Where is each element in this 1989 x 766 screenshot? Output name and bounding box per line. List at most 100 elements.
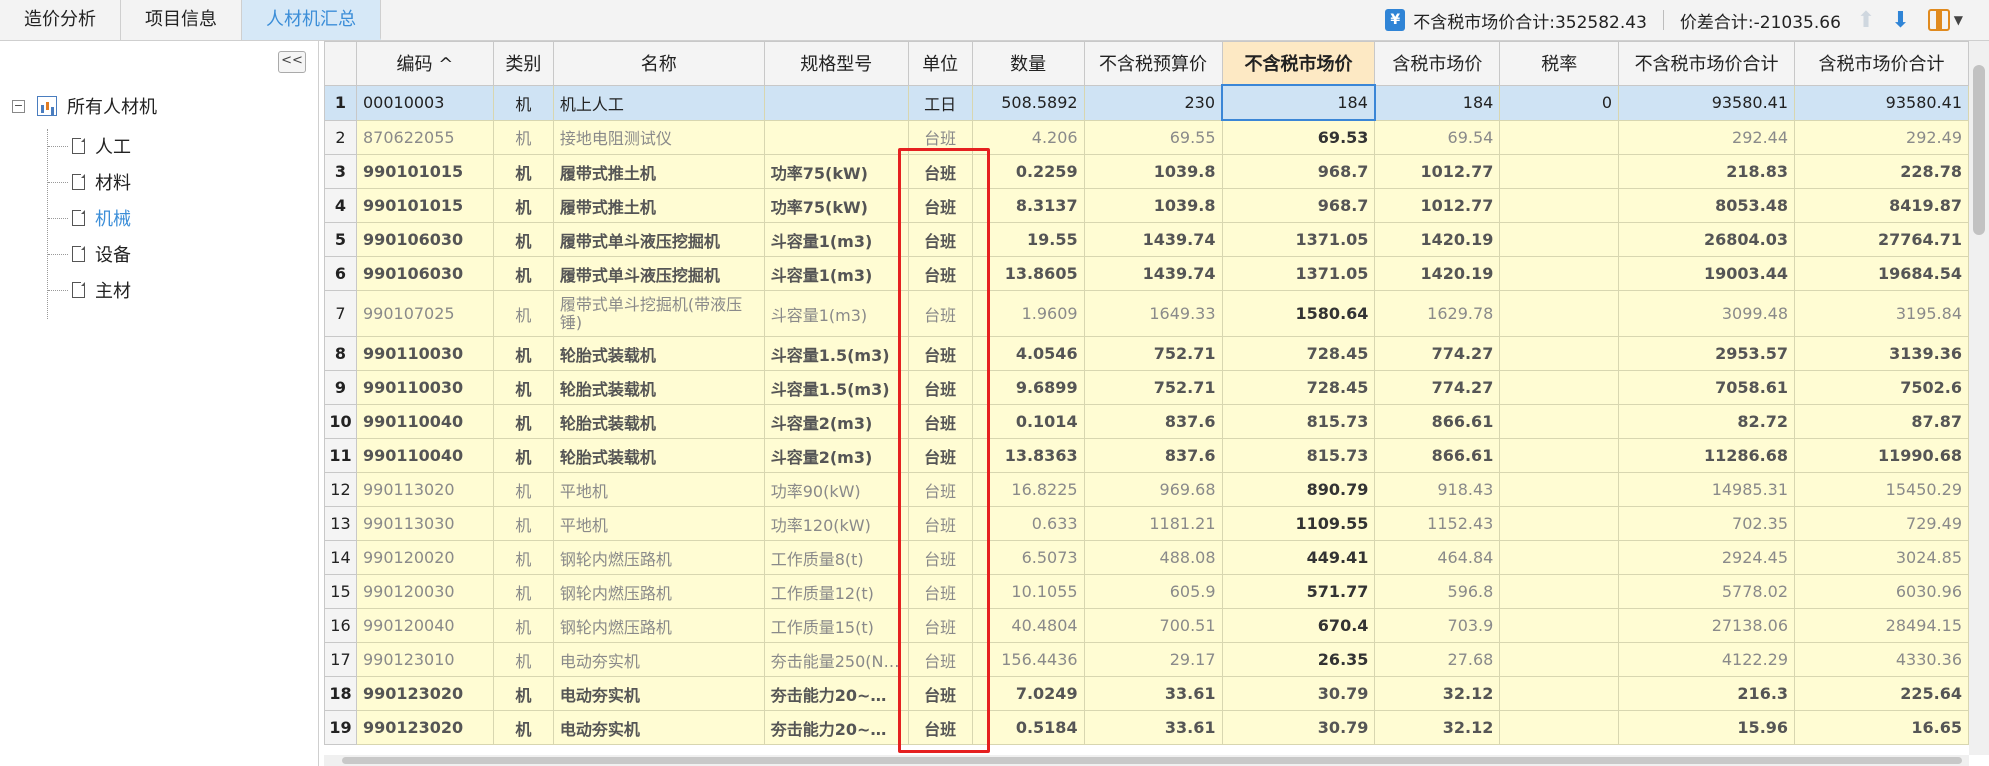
market-price-cell[interactable]: 1580.64	[1221, 290, 1376, 337]
spec-cell[interactable]: 功率75(kW)	[763, 154, 909, 189]
tax-market-total-cell[interactable]: 3195.84	[1794, 290, 1969, 337]
minus-icon[interactable]: −	[12, 99, 25, 113]
tab-cost-analysis[interactable]: 造价分析	[0, 0, 121, 40]
code-cell[interactable]: 990110030	[355, 336, 494, 371]
tax-market-total-cell[interactable]: 19684.54	[1794, 256, 1969, 291]
budget-price-cell[interactable]: 29.17	[1083, 642, 1223, 677]
quantity-cell[interactable]: 19.55	[971, 222, 1085, 257]
tax-rate-cell[interactable]	[1499, 540, 1620, 575]
table-row[interactable]: 19 990123020 机电动夯实机 夯击能力20~… 台班 0.5184 33.61 30…	[324, 710, 1969, 745]
tax-rate-cell[interactable]	[1499, 336, 1620, 371]
category-cell[interactable]: 机	[492, 188, 554, 223]
market-total-cell[interactable]: 292.44	[1618, 119, 1796, 155]
quantity-cell[interactable]: 13.8605	[971, 256, 1085, 291]
scrollbar-thumb[interactable]	[342, 757, 1962, 764]
market-total-cell[interactable]: 216.3	[1618, 676, 1796, 711]
market-total-cell[interactable]: 218.83	[1618, 154, 1796, 189]
code-cell[interactable]: 870622055	[355, 119, 494, 155]
market-total-cell[interactable]: 4122.29	[1618, 642, 1796, 677]
unit-cell[interactable]: 台班	[907, 642, 973, 677]
tab-labor-material-machine-summary[interactable]: 人材机汇总	[242, 0, 381, 40]
name-cell[interactable]: 钢轮内燃压路机	[552, 574, 765, 609]
market-price-cell[interactable]: 30.79	[1221, 710, 1376, 745]
tax-rate-cell[interactable]: 0	[1499, 84, 1620, 121]
unit-cell[interactable]: 台班	[907, 119, 973, 155]
header-category[interactable]: 类别	[492, 41, 554, 86]
header-quantity[interactable]: 数量	[971, 41, 1085, 86]
header-tax-rate[interactable]: 税率	[1499, 41, 1620, 86]
unit-cell[interactable]: 台班	[907, 336, 973, 371]
market-price-cell[interactable]: 184	[1221, 84, 1376, 121]
market-price-cell[interactable]: 69.53	[1221, 119, 1376, 155]
tree-item-labor[interactable]: 人工	[48, 133, 131, 159]
table-row[interactable]: 7 990107025 机履带式单斗挖掘机(带液压锤) 斗容量1(m3) 台班 1.960…	[324, 290, 1969, 337]
collapse-sidebar-button[interactable]: <<	[278, 51, 306, 73]
spec-cell[interactable]	[763, 84, 909, 121]
market-total-cell[interactable]: 15.96	[1618, 710, 1796, 745]
header-tax-market-price[interactable]: 含税市场价	[1374, 41, 1501, 86]
unit-cell[interactable]: 台班	[907, 506, 973, 541]
tax-rate-cell[interactable]	[1499, 574, 1620, 609]
category-cell[interactable]: 机	[492, 336, 554, 371]
unit-cell[interactable]: 台班	[907, 710, 973, 745]
category-cell[interactable]: 机	[492, 710, 554, 745]
tax-market-total-cell[interactable]: 15450.29	[1794, 472, 1969, 507]
quantity-cell[interactable]: 156.4436	[971, 642, 1085, 677]
quantity-cell[interactable]: 0.1014	[971, 404, 1085, 439]
tax-market-total-cell[interactable]: 729.49	[1794, 506, 1969, 541]
category-cell[interactable]: 机	[492, 540, 554, 575]
vertical-scrollbar[interactable]	[1969, 41, 1989, 755]
category-cell[interactable]: 机	[492, 676, 554, 711]
code-cell[interactable]: 990106030	[355, 222, 494, 257]
quantity-cell[interactable]: 4.0546	[971, 336, 1085, 371]
tax-rate-cell[interactable]	[1499, 256, 1620, 291]
name-cell[interactable]: 电动夯实机	[552, 676, 765, 711]
name-cell[interactable]: 电动夯实机	[552, 642, 765, 677]
tax-market-price-cell[interactable]: 32.12	[1374, 676, 1501, 711]
table-row[interactable]: 1 00010003 机机上人工 工日 508.5892 230 184 184 0 93580.…	[324, 84, 1969, 121]
header-tax-market-total[interactable]: 含税市场价合计	[1794, 41, 1969, 86]
market-total-cell[interactable]: 82.72	[1618, 404, 1796, 439]
code-cell[interactable]: 990106030	[355, 256, 494, 291]
tax-rate-cell[interactable]	[1499, 154, 1620, 189]
table-row[interactable]: 5 990106030 机履带式单斗液压挖掘机 斗容量1(m3) 台班 19.55 1439…	[324, 222, 1969, 257]
header-unit[interactable]: 单位	[907, 41, 973, 86]
market-price-cell[interactable]: 30.79	[1221, 676, 1376, 711]
tax-rate-cell[interactable]	[1499, 119, 1620, 155]
market-price-cell[interactable]: 728.45	[1221, 336, 1376, 371]
spec-cell[interactable]: 夯击能力20~…	[763, 676, 909, 711]
code-cell[interactable]: 990110030	[355, 370, 494, 405]
market-total-cell[interactable]: 8053.48	[1618, 188, 1796, 223]
code-cell[interactable]: 990113030	[355, 506, 494, 541]
quantity-cell[interactable]: 1.9609	[971, 290, 1085, 337]
tax-market-price-cell[interactable]: 464.84	[1374, 540, 1501, 575]
quantity-cell[interactable]: 6.5073	[971, 540, 1085, 575]
market-total-cell[interactable]: 2924.45	[1618, 540, 1796, 575]
market-total-cell[interactable]: 14985.31	[1618, 472, 1796, 507]
tax-market-price-cell[interactable]: 1012.77	[1374, 154, 1501, 189]
category-cell[interactable]: 机	[492, 642, 554, 677]
budget-price-cell[interactable]: 752.71	[1083, 336, 1223, 371]
header-market-price[interactable]: 不含税市场价	[1221, 41, 1376, 86]
table-row[interactable]: 2 870622055 机接地电阻测试仪 台班 4.206 69.55 69.53 69.54…	[324, 119, 1969, 155]
tax-market-price-cell[interactable]: 69.54	[1374, 119, 1501, 155]
market-total-cell[interactable]: 26804.03	[1618, 222, 1796, 257]
budget-price-cell[interactable]: 1039.8	[1083, 154, 1223, 189]
market-price-cell[interactable]: 1371.05	[1221, 222, 1376, 257]
table-row[interactable]: 12 990113020 机平地机 功率90(kW) 台班 16.8225 969.68 89…	[324, 472, 1969, 507]
arrow-up-icon[interactable]: ⬆	[1857, 8, 1875, 33]
tax-market-price-cell[interactable]: 774.27	[1374, 336, 1501, 371]
code-cell[interactable]: 990123020	[355, 676, 494, 711]
table-row[interactable]: 11 990110040 机轮胎式装载机 斗容量2(m3) 台班 13.8363 837.6…	[324, 438, 1969, 473]
tax-rate-cell[interactable]	[1499, 188, 1620, 223]
market-price-cell[interactable]: 890.79	[1221, 472, 1376, 507]
tax-rate-cell[interactable]	[1499, 438, 1620, 473]
spec-cell[interactable]: 功率120(kW)	[763, 506, 909, 541]
tax-market-total-cell[interactable]: 11990.68	[1794, 438, 1969, 473]
category-cell[interactable]: 机	[492, 154, 554, 189]
category-cell[interactable]: 机	[492, 370, 554, 405]
name-cell[interactable]: 轮胎式装载机	[552, 370, 765, 405]
unit-cell[interactable]: 台班	[907, 222, 973, 257]
tax-rate-cell[interactable]	[1499, 642, 1620, 677]
tax-market-total-cell[interactable]: 228.78	[1794, 154, 1969, 189]
